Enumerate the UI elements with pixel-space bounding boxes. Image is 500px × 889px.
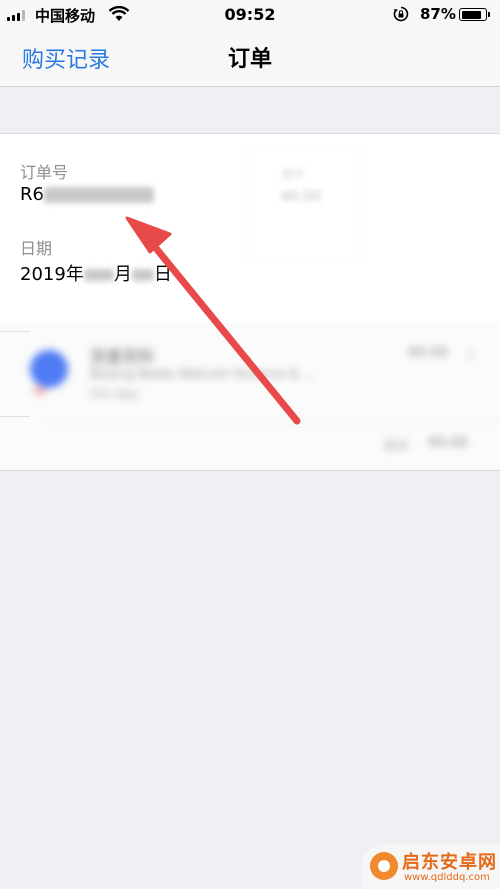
app-icon: [30, 350, 68, 388]
battery-percentage: 87%: [420, 5, 456, 23]
date-day-char: 日: [153, 264, 172, 285]
battery-icon: [459, 8, 490, 21]
watermark-logo-icon: [370, 852, 398, 880]
status-bar: 中国移动 09:52 87%: [0, 0, 500, 30]
orientation-lock-icon: [393, 6, 409, 22]
date-year: 2019: [20, 264, 66, 285]
watermark-brand: 启东安卓网: [402, 852, 497, 873]
order-details-card: 订单号 R6 日期 2019年 月日 合计 ¥0.00: [0, 133, 500, 324]
watermark-badge: 启东安卓网 www.qdlddq.com: [362, 844, 500, 889]
purchased-item-panel[interactable]: 百度百科 Beijing Baidu Netcom Science & ... …: [0, 323, 500, 471]
watermark-url: www.qdlddq.com: [404, 872, 490, 883]
redacted-month: [83, 269, 114, 281]
order-number-value: R6: [20, 184, 154, 205]
date-month-char: 月: [113, 264, 132, 285]
date-year-char: 年: [65, 264, 84, 285]
navigation-bar: 购买记录 订单: [0, 30, 500, 87]
order-number-visible-text: R6: [20, 184, 44, 205]
date-label: 日期: [20, 239, 53, 258]
redacted-day: [131, 269, 154, 281]
page-title: 订单: [227, 47, 272, 72]
blurred-total-box: 合计 ¥0.00: [248, 148, 360, 260]
date-value: 2019年 月日: [20, 260, 172, 286]
redacted-order-number: [43, 187, 154, 203]
order-number-label: 订单号: [20, 163, 69, 182]
